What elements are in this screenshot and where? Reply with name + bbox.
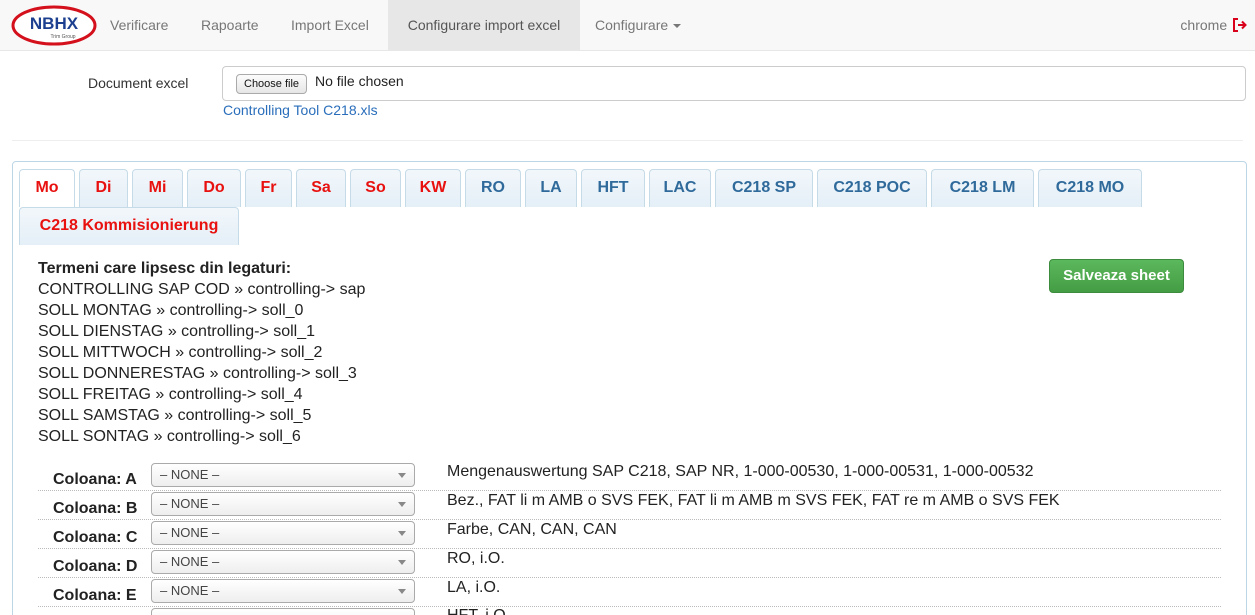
tab-c218-poc[interactable]: C218 POC <box>817 169 927 207</box>
column-select-e[interactable]: – NONE – <box>151 579 415 603</box>
row-separator <box>38 519 1221 520</box>
tab-c218-kommisionierung[interactable]: C218 Kommisionierung <box>19 207 239 245</box>
file-label: Document excel <box>88 75 189 91</box>
nav-rapoarte[interactable]: Rapoarte <box>187 0 273 50</box>
nav-import-excel[interactable]: Import Excel <box>277 0 383 50</box>
row-separator <box>38 490 1221 491</box>
column-select-c[interactable]: – NONE – <box>151 521 415 545</box>
tab-ro[interactable]: RO <box>465 169 521 207</box>
column-label-a: Coloana: A <box>53 471 137 488</box>
tab-so[interactable]: So <box>350 169 401 207</box>
column-values-b: Bez., FAT li m AMB o SVS FEK, FAT li m A… <box>447 492 1060 509</box>
column-select-value: – NONE – <box>160 467 220 482</box>
missing-term: SOLL DIENSTAG » controlling-> soll_1 <box>38 323 316 340</box>
column-label-d: Coloana: D <box>53 558 138 575</box>
sign-out-icon[interactable] <box>1233 17 1247 32</box>
column-values-f: HFT, i.O. <box>447 607 510 615</box>
column-values-e: LA, i.O. <box>447 579 501 596</box>
select-arrow-icon <box>398 560 406 565</box>
user-menu[interactable]: chrome <box>1180 0 1247 50</box>
column-select-value: – NONE – <box>160 554 220 569</box>
tab-lac[interactable]: LAC <box>649 169 711 207</box>
tab-kw[interactable]: KW <box>405 169 461 207</box>
tab-c218-sp[interactable]: C218 SP <box>715 169 813 207</box>
column-label-b: Coloana: B <box>53 500 138 517</box>
column-select-value: – NONE – <box>160 496 220 511</box>
nav-verificare[interactable]: Verificare <box>96 0 182 50</box>
svg-text:NBHX: NBHX <box>30 14 79 33</box>
missing-term: SOLL MONTAG » controlling-> soll_0 <box>38 302 304 319</box>
tab-fr[interactable]: Fr <box>245 169 292 207</box>
row-separator <box>38 606 1221 607</box>
nav-configurare-label: Configurare <box>595 17 669 33</box>
column-label-c: Coloana: C <box>53 529 138 546</box>
tab-la[interactable]: LA <box>525 169 577 207</box>
column-select-f[interactable] <box>151 608 415 615</box>
tab-mi[interactable]: Mi <box>132 169 183 207</box>
nav-configurare-dropdown[interactable]: Configurare <box>581 0 695 50</box>
file-input[interactable]: Choose file No file chosen <box>222 66 1246 101</box>
column-select-d[interactable]: – NONE – <box>151 550 415 574</box>
row-separator <box>38 577 1221 578</box>
select-arrow-icon <box>398 473 406 478</box>
navbar: NBHX Trim Group Verificare Rapoarte Impo… <box>0 0 1255 51</box>
nbhx-logo[interactable]: NBHX Trim Group <box>11 5 97 46</box>
column-select-value: – NONE – <box>160 583 220 598</box>
column-values-c: Farbe, CAN, CAN, CAN <box>447 521 617 538</box>
missing-term: SOLL FREITAG » controlling-> soll_4 <box>38 386 303 403</box>
tab-do[interactable]: Do <box>187 169 241 207</box>
column-select-b[interactable]: – NONE – <box>151 492 415 516</box>
tab-di[interactable]: Di <box>79 169 128 207</box>
file-status: No file chosen <box>315 73 404 89</box>
missing-term: SOLL SONTAG » controlling-> soll_6 <box>38 428 301 445</box>
row-separator <box>38 548 1221 549</box>
column-values-a: Mengenauswertung SAP C218, SAP NR, 1-000… <box>447 463 1034 480</box>
missing-term: CONTROLLING SAP COD » controlling-> sap <box>38 281 366 298</box>
missing-term: SOLL MITTWOCH » controlling-> soll_2 <box>38 344 323 361</box>
current-file-link[interactable]: Controlling Tool C218.xls <box>223 102 378 118</box>
missing-term: SOLL DONNERESTAG » controlling-> soll_3 <box>38 365 357 382</box>
column-label-e: Coloana: E <box>53 587 137 604</box>
missing-term: SOLL SAMSTAG » controlling-> soll_5 <box>38 407 312 424</box>
tab-c218-lm[interactable]: C218 LM <box>931 169 1034 207</box>
svg-text:Trim Group: Trim Group <box>50 34 75 40</box>
tab-c218-mo[interactable]: C218 MO <box>1038 169 1142 207</box>
nav-configurare-import-excel[interactable]: Configurare import excel <box>388 0 580 50</box>
divider <box>12 140 1243 141</box>
select-arrow-icon <box>398 502 406 507</box>
column-select-value: – NONE – <box>160 525 220 540</box>
tab-mo[interactable]: Mo <box>19 169 75 207</box>
choose-file-button[interactable]: Choose file <box>236 74 308 94</box>
caret-down-icon <box>673 24 682 29</box>
username: chrome <box>1180 17 1228 33</box>
select-arrow-icon <box>398 589 406 594</box>
tab-hft[interactable]: HFT <box>581 169 645 207</box>
column-select-a[interactable]: – NONE – <box>151 463 415 487</box>
column-values-d: RO, i.O. <box>447 550 505 567</box>
missing-terms-title: Termeni care lipsesc din legaturi: <box>38 260 292 277</box>
select-arrow-icon <box>398 531 406 536</box>
tab-sa[interactable]: Sa <box>296 169 346 207</box>
save-sheet-button[interactable]: Salveaza sheet <box>1049 259 1184 293</box>
